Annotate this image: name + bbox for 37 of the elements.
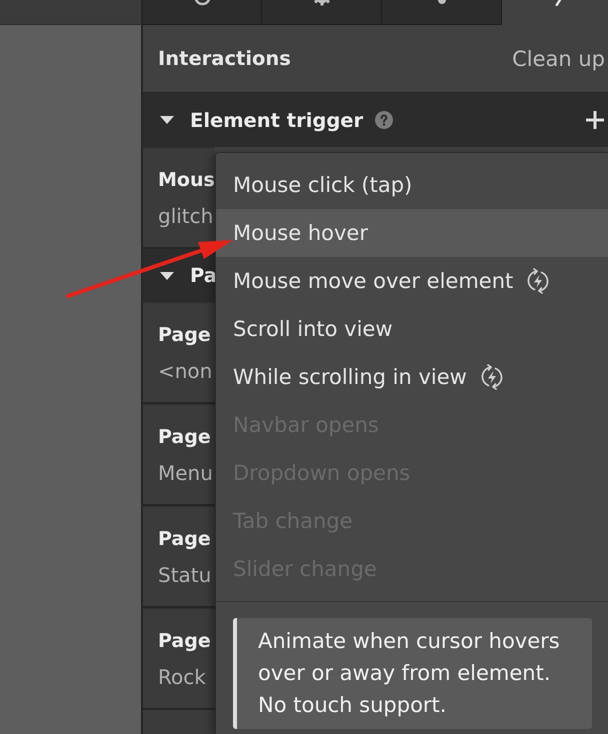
section-header[interactable]: Element trigger xyxy=(143,92,608,147)
plus-icon xyxy=(585,110,605,130)
trigger-title: Mous xyxy=(158,168,215,192)
menu-item[interactable]: Mouse move over element xyxy=(216,257,608,305)
section-header[interactable]: Pa xyxy=(143,249,215,302)
trigger-title: Page xyxy=(158,425,211,449)
menu-item[interactable]: Scroll into view xyxy=(216,305,608,353)
trigger-title: Page xyxy=(158,527,211,551)
refresh-bolt-icon xyxy=(525,268,552,294)
add-button[interactable] xyxy=(585,110,605,130)
trigger-target: <non xyxy=(158,359,212,383)
gear-icon xyxy=(314,0,330,6)
trigger-target: Statu xyxy=(158,563,212,587)
trigger-target: Menu xyxy=(158,461,213,485)
panel-title: Interactions xyxy=(158,47,291,70)
trigger-card[interactable]: Page Rock xyxy=(143,608,215,710)
trigger-target: glitch xyxy=(158,204,214,228)
menu-item[interactable]: Mouse click (tap) xyxy=(216,161,608,209)
section-title: Pa xyxy=(190,264,217,287)
caret-icon[interactable] xyxy=(160,116,174,124)
refresh-bolt-icon xyxy=(478,364,505,390)
trigger-target: Rock xyxy=(158,665,206,689)
hint-callout: Animate when cursor hovers over or away from element. No touch support. xyxy=(233,618,592,729)
trigger-title: Page xyxy=(158,323,211,347)
menu-item[interactable]: While scrolling in view xyxy=(216,353,608,401)
ring-icon xyxy=(194,0,210,6)
trigger-card[interactable]: Page <non xyxy=(143,302,215,404)
slash-icon xyxy=(554,0,562,6)
trigger-card[interactable]: Mous glitch xyxy=(143,147,215,249)
section-title: Element trigger xyxy=(190,108,364,132)
trigger-card[interactable]: Page Menu xyxy=(143,404,215,506)
caret-icon[interactable] xyxy=(160,272,174,280)
menu-item[interactable]: Mouse hover xyxy=(216,209,608,257)
help-icon[interactable] xyxy=(375,111,394,129)
trigger-card[interactable]: Page Statu xyxy=(143,506,215,608)
trigger-title: Page xyxy=(158,629,211,653)
clean-up-button[interactable]: Clean up xyxy=(512,46,605,70)
